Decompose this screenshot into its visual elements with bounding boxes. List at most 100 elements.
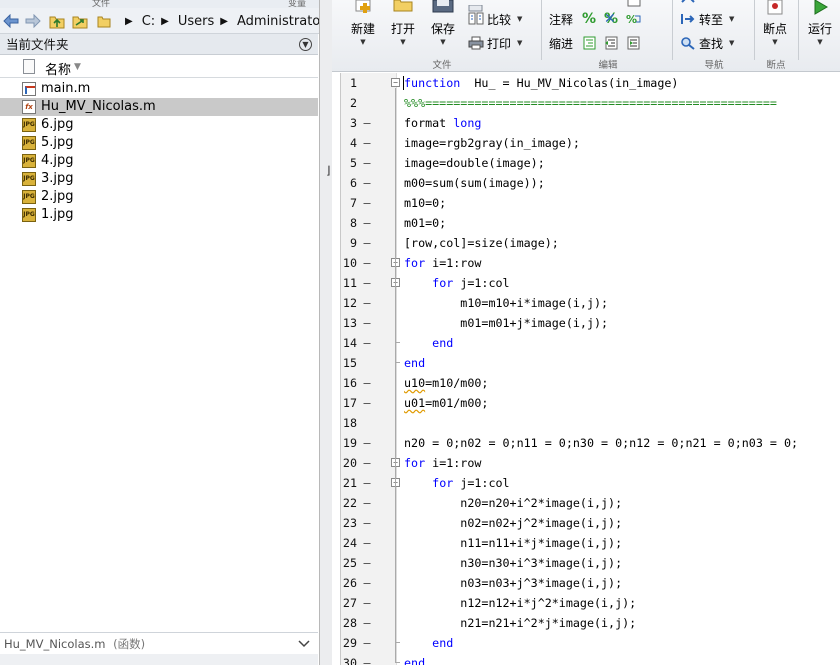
nav-top-button[interactable] bbox=[680, 0, 699, 10]
breakpoint-marker[interactable]: – bbox=[363, 653, 371, 665]
code-line[interactable]: 3– format long bbox=[341, 113, 840, 133]
chevron-down-icon[interactable] bbox=[298, 633, 310, 655]
breakpoint-marker[interactable]: – bbox=[363, 453, 371, 473]
code-line[interactable]: 21–− for j=1:col bbox=[341, 473, 840, 493]
uncomment-button[interactable]: % ✕ bbox=[604, 10, 618, 28]
breakpoint-marker[interactable]: – bbox=[363, 553, 371, 573]
code-line[interactable]: 13– m01=m01+j*image(i,j); bbox=[341, 313, 840, 333]
breakpoint-marker[interactable]: – bbox=[363, 133, 371, 153]
code-line[interactable]: 19– n20 = 0;n02 = 0;n11 = 0;n30 = 0;n12 =… bbox=[341, 433, 840, 453]
open-button[interactable]: 打开 ▼ bbox=[384, 0, 422, 58]
save-button[interactable]: 保存 ▼ bbox=[424, 0, 462, 58]
file-row[interactable]: JPG 4.jpg bbox=[0, 152, 318, 170]
code-line[interactable]: 5– image=double(image); bbox=[341, 153, 840, 173]
code-line[interactable]: 12– m10=m10+i*image(i,j); bbox=[341, 293, 840, 313]
breakpoint-marker[interactable]: – bbox=[363, 313, 371, 333]
misc-edit-button[interactable] bbox=[626, 0, 645, 10]
breakpoint-marker[interactable]: – bbox=[363, 533, 371, 553]
breakpoint-marker[interactable]: – bbox=[363, 513, 371, 533]
code-keyword: long bbox=[453, 116, 482, 130]
up-folder-icon[interactable] bbox=[48, 12, 66, 30]
details-bar[interactable]: Hu_MV_Nicolas.m (函数) bbox=[0, 632, 318, 654]
breakpoint-marker[interactable]: – bbox=[363, 573, 371, 593]
smart-indent-button[interactable] bbox=[582, 34, 601, 52]
breakpoint-marker[interactable]: – bbox=[363, 113, 371, 133]
breadcrumb-drive[interactable]: C: bbox=[142, 14, 155, 29]
code-line[interactable]: 22– n20=n20+i^2*image(i,j); bbox=[341, 493, 840, 513]
fold-toggle-icon[interactable]: − bbox=[391, 78, 400, 87]
code-line[interactable]: 8– m01=0; bbox=[341, 213, 840, 233]
increase-indent-button[interactable] bbox=[626, 34, 645, 52]
code-line[interactable]: 15 end bbox=[341, 353, 840, 373]
code-line[interactable]: 17– u01=m01/m00; bbox=[341, 393, 840, 413]
breakpoint-marker[interactable]: – bbox=[363, 273, 371, 293]
file-row[interactable]: JPG 6.jpg bbox=[0, 116, 318, 134]
file-row[interactable]: fx Hu_MV_Nicolas.m bbox=[0, 98, 318, 116]
breakpoint-marker[interactable]: – bbox=[363, 473, 371, 493]
code-line[interactable]: 29– end bbox=[341, 633, 840, 653]
forward-arrow-icon[interactable] bbox=[24, 12, 42, 30]
file-row[interactable]: JPG 3.jpg bbox=[0, 170, 318, 188]
breakpoints-button[interactable]: 断点 ▼ bbox=[757, 0, 793, 58]
breakpoint-marker[interactable]: – bbox=[363, 633, 371, 653]
line-number: 20 bbox=[342, 456, 357, 470]
uncomment-cross: ✕ bbox=[604, 11, 616, 27]
file-row[interactable]: main.m bbox=[0, 80, 318, 98]
code-line[interactable]: 23– n02=n02+j^2*image(i,j); bbox=[341, 513, 840, 533]
breadcrumb-users[interactable]: Users bbox=[178, 14, 214, 29]
code-line[interactable]: 4– image=rgb2gray(in_image); bbox=[341, 133, 840, 153]
code-line[interactable]: 2 %%%====================================… bbox=[341, 93, 840, 113]
code-line[interactable]: 11–− for j=1:col bbox=[341, 273, 840, 293]
decrease-indent-button[interactable] bbox=[604, 34, 623, 52]
browse-folder-icon[interactable] bbox=[71, 12, 89, 30]
code-line[interactable]: 1 − function Hu_ = Hu_MV_Nicolas(in_image) bbox=[341, 73, 840, 93]
run-button[interactable]: 运行 ▼ bbox=[802, 0, 838, 58]
file-row[interactable]: JPG 2.jpg bbox=[0, 188, 318, 206]
code-line[interactable]: 25– n30=n30+i^3*image(i,j); bbox=[341, 553, 840, 573]
breakpoint-marker[interactable]: – bbox=[363, 173, 371, 193]
comment-button[interactable]: % bbox=[582, 10, 596, 28]
code-line[interactable]: 28– n21=n21+i^2*j*image(i,j); bbox=[341, 613, 840, 633]
code-line[interactable]: 27– n12=n12+i*j^2*image(i,j); bbox=[341, 593, 840, 613]
code-line[interactable]: 30– end bbox=[341, 653, 840, 665]
breakpoint-marker[interactable]: – bbox=[363, 153, 371, 173]
new-button[interactable]: 新建 ▼ bbox=[344, 0, 382, 58]
breakpoint-marker[interactable]: – bbox=[363, 253, 371, 273]
code-line[interactable]: 9– [row,col]=size(image); bbox=[341, 233, 840, 253]
code-line[interactable]: 7– m10=0; bbox=[341, 193, 840, 213]
code-line[interactable]: 18 bbox=[341, 413, 840, 433]
code-line[interactable]: 20–−for i=1:row bbox=[341, 453, 840, 473]
back-arrow-icon[interactable] bbox=[2, 12, 20, 30]
breakpoint-marker[interactable]: – bbox=[363, 233, 371, 253]
breakpoint-marker[interactable]: – bbox=[363, 213, 371, 233]
chevron-down-icon[interactable]: ▼ bbox=[299, 38, 312, 51]
print-button[interactable]: 打印 ▼ bbox=[468, 34, 522, 52]
breakpoint-marker[interactable]: – bbox=[363, 333, 371, 353]
splitter-grip-icon[interactable]: ⌋ bbox=[326, 164, 330, 177]
code-line[interactable]: 14– end bbox=[341, 333, 840, 353]
panel-splitter[interactable]: ⌋ bbox=[320, 0, 332, 665]
code-token: m10=0; bbox=[404, 196, 447, 210]
breakpoint-marker[interactable]: – bbox=[363, 593, 371, 613]
breakpoint-marker[interactable]: – bbox=[363, 373, 371, 393]
breadcrumb-administrator[interactable]: Administrator bbox=[237, 14, 319, 29]
breakpoint-marker[interactable]: – bbox=[363, 613, 371, 633]
breakpoint-marker[interactable]: – bbox=[363, 293, 371, 313]
file-row[interactable]: JPG 1.jpg bbox=[0, 206, 318, 224]
column-header[interactable]: 名称 ▼ bbox=[0, 56, 318, 78]
breakpoint-marker[interactable]: – bbox=[363, 493, 371, 513]
code-line[interactable]: 24– n11=n11+i*j*image(i,j); bbox=[341, 533, 840, 553]
breakpoint-marker[interactable]: – bbox=[363, 433, 371, 453]
find-button[interactable]: 查找 ▼ bbox=[680, 34, 734, 52]
code-line[interactable]: 6– m00=sum(sum(image)); bbox=[341, 173, 840, 193]
compare-button[interactable]: 比较 ▼ bbox=[468, 10, 522, 28]
code-line[interactable]: 26– n03=n03+j^3*image(i,j); bbox=[341, 573, 840, 593]
goto-button[interactable]: 转至 ▼ bbox=[680, 10, 734, 28]
file-row[interactable]: JPG 5.jpg bbox=[0, 134, 318, 152]
breakpoint-marker[interactable]: – bbox=[363, 193, 371, 213]
wrap-comment-button[interactable]: % bbox=[626, 10, 645, 28]
code-line[interactable]: 10–−for i=1:row bbox=[341, 253, 840, 273]
code-editor[interactable]: 1 − function Hu_ = Hu_MV_Nicolas(in_image)… bbox=[340, 73, 840, 665]
breakpoint-marker[interactable]: – bbox=[363, 393, 371, 413]
code-line[interactable]: 16– u10=m10/m00; bbox=[341, 373, 840, 393]
